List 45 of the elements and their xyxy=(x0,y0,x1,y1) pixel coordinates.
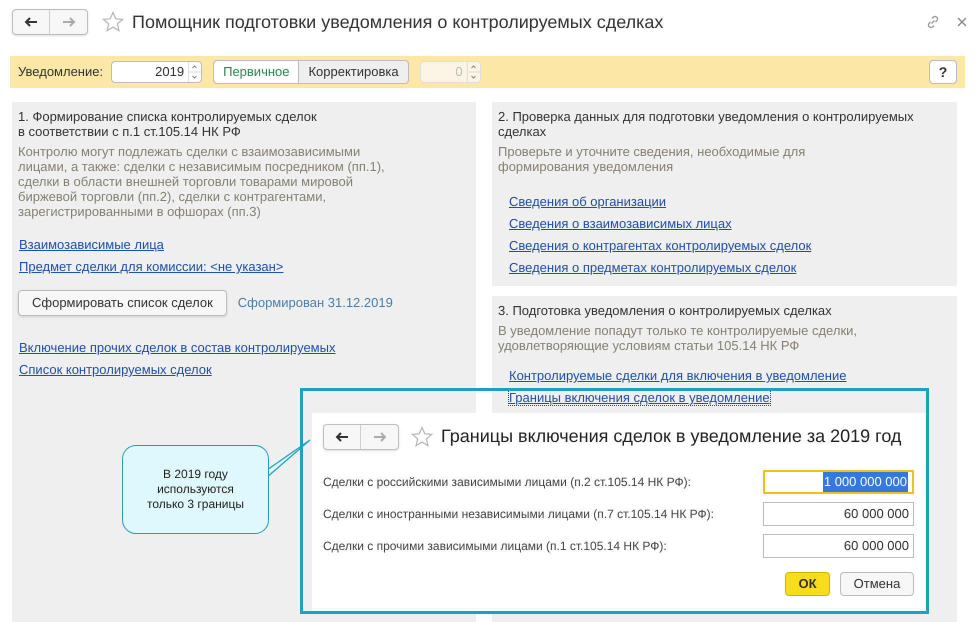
status-text: Сформирован 31.12.2019 xyxy=(238,294,393,312)
link[interactable]: Включение прочих сделок в состав контролируемых xyxy=(18,339,336,356)
correction-number-field: 0 xyxy=(420,61,481,83)
spinner-icon xyxy=(466,62,480,82)
type-tab[interactable]: Первичное xyxy=(213,60,300,84)
year-field[interactable]: 2019 xyxy=(111,61,202,83)
callout-bubble: В 2019 году используются только 3 границы xyxy=(122,445,269,534)
amount-field[interactable]: 1 000 000 000 xyxy=(763,470,914,494)
section-description: Контролю могут подлежать сделки с взаимозависимыми лицами, а также: сделки с независимым посредником (пп.1), сделки в области внешней торговли товарами мировой биржевой торговли (пп.2), сделки с контрагентами, зарегистрированными в офшорах (пп.3) xyxy=(18,144,386,219)
link[interactable]: Список контролируемых сделок xyxy=(18,361,213,378)
section-description: В уведомление попадут только те контролируемые сделки, удовлетворяющие условиям статьи 105.14 НК РФ xyxy=(498,323,858,353)
field-label: Сделки с российскими зависимыми лицами (п.2 ст.105.14 НК РФ): xyxy=(323,474,691,491)
ok-button[interactable]: ОК xyxy=(785,572,830,596)
forward-arrow-icon xyxy=(62,17,76,27)
link[interactable]: Сведения о предметах контролируемых сделок xyxy=(508,259,798,276)
star-icon[interactable] xyxy=(411,426,433,448)
forward-arrow-icon xyxy=(372,432,386,442)
dialog-title: Границы включения сделок в уведомление за 2019 год xyxy=(441,425,902,448)
cancel-button[interactable]: Отмена xyxy=(840,572,914,596)
section-title: 2. Проверка данных для подготовки уведомления о контролируемых сделках xyxy=(498,109,915,139)
help-button[interactable]: ? xyxy=(929,60,957,84)
section-title: 3. Подготовка уведомления о контролируемых сделках xyxy=(498,303,833,318)
link[interactable]: Сведения о контрагентах контролируемых сделок xyxy=(508,237,812,254)
link[interactable]: Границы включения сделок в уведомление xyxy=(508,389,771,406)
link[interactable]: Сведения об организации xyxy=(508,193,668,210)
section-title: 1. Формирование списка контролируемых сделок в соответствии с п.1 ст.105.14 НК РФ xyxy=(18,109,318,139)
amount-field[interactable]: 60 000 000 xyxy=(763,502,914,526)
link-icon[interactable] xyxy=(925,14,941,30)
star-icon[interactable] xyxy=(102,11,124,33)
generate-list-button[interactable]: Сформировать список сделок xyxy=(18,290,227,316)
section-description: Проверьте и уточните сведения, необходимые для формирования уведомления xyxy=(498,144,806,174)
close-icon[interactable] xyxy=(957,17,967,27)
back-arrow-icon xyxy=(335,432,349,442)
link[interactable]: Сведения о взаимозависимых лицах xyxy=(508,215,733,232)
type-tab[interactable]: Корректировка xyxy=(299,60,409,84)
field-label: Сделки с прочими зависимыми лицами (п.1 ст.105.14 НК РФ): xyxy=(323,538,667,555)
field-label: Сделки с иностранными независимыми лицами (п.7 ст.105.14 НК РФ): xyxy=(323,506,714,523)
link[interactable]: Предмет сделки для комиссии: <не указан> xyxy=(18,258,284,275)
spinner-icon[interactable] xyxy=(188,62,202,82)
amount-field[interactable]: 60 000 000 xyxy=(763,534,914,558)
back-arrow-icon xyxy=(24,17,38,27)
notification-label: Уведомление: xyxy=(18,63,104,82)
window-title: Помощник подготовки уведомления о контролируемых сделках xyxy=(132,10,664,34)
link[interactable]: Контролируемые сделки для включения в уведомление xyxy=(508,367,848,384)
link[interactable]: Взаимозависимые лица xyxy=(18,236,165,253)
